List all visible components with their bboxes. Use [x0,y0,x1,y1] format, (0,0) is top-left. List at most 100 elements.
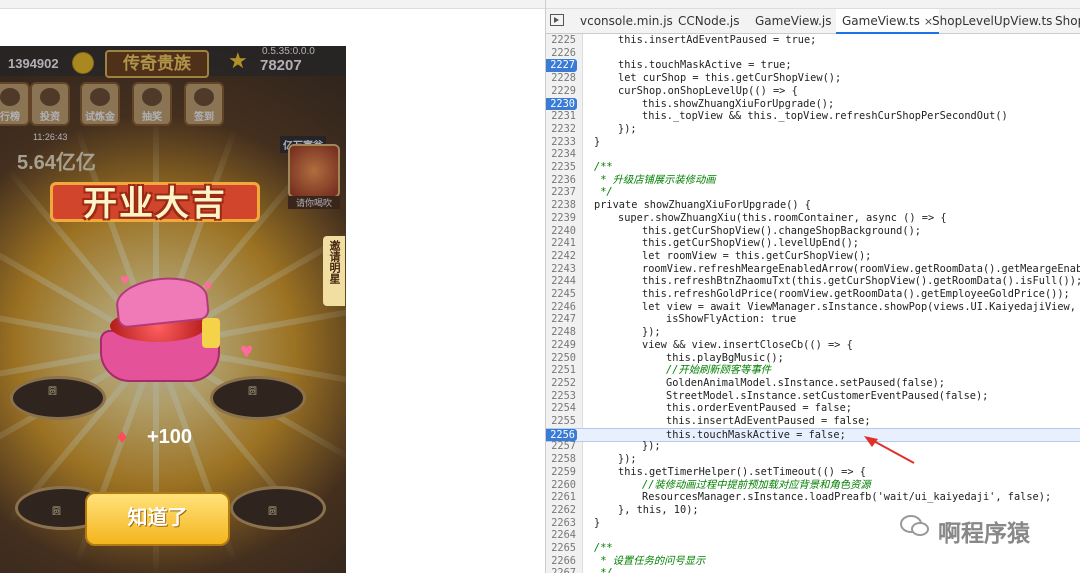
line-number[interactable]: 2253 [546,390,576,403]
chest-lid [113,273,211,329]
line-number[interactable]: 2267 [546,567,576,573]
line-number[interactable]: 2248 [546,326,576,339]
code-editor[interactable]: 2225 this.insertAdEventPaused = true; 2226… [546,34,1080,573]
line-number[interactable]: 2238 [546,199,576,212]
line-number[interactable]: 2228 [546,72,576,85]
line-number[interactable]: 2260 [546,479,576,492]
file-tab-label: GameView.ts [842,14,920,28]
line-number[interactable]: 2251 [546,364,576,377]
line-number[interactable]: 2258 [546,453,576,466]
file-tab[interactable]: CCNode.js [672,9,745,33]
line-number[interactable]: 2226 [546,47,576,60]
code-line: 2248}); [546,326,1080,339]
breakpoint-marker[interactable]: 2227 [546,59,577,73]
code-text: this._topView && this._topView.refreshCu… [642,110,1008,123]
code-line: 2247 isShowFlyAction: true [546,313,1080,326]
code-text: //装修动画过程中提前预加载对应背景和角色资源 [642,478,871,491]
code-line: 2232}); [546,123,1080,136]
line-number[interactable]: 2244 [546,275,576,288]
code-line: 2237 */ [546,186,1080,199]
toggle-navigator-icon[interactable] [550,14,564,26]
line-number[interactable]: 2257 [546,440,576,453]
line-number[interactable]: 2254 [546,402,576,415]
code-line: 2234 [546,148,1080,161]
line-number[interactable]: 2247 [546,313,576,326]
code-text: roomView.refreshMeargeEnabledArrow(roomV… [642,262,1080,275]
code-line: 2259 this.getTimerHelper().setTimeout(() … [546,466,1080,479]
line-number[interactable]: 2231 [546,110,576,123]
gem-chest [96,273,220,382]
opening-banner: 开业大吉 [50,172,260,230]
file-tabs: vconsole.min.js CCNode.js GameView.js Ga… [546,9,1080,34]
line-number[interactable]: 2235 [546,161,576,174]
line-number[interactable]: 2245 [546,288,576,301]
invite-star-tab[interactable]: 邀请明星 [323,236,345,306]
line-number[interactable]: 2225 [546,34,576,47]
code-line: 2225 this.insertAdEventPaused = true; [546,34,1080,47]
line-number[interactable]: 2266 [546,555,576,568]
line-number[interactable]: 2263 [546,517,576,530]
line-number[interactable]: 2250 [546,352,576,365]
code-text: this.orderEventPaused = false; [666,402,852,415]
confirm-button[interactable]: 知道了 [85,492,230,546]
file-tab[interactable]: GameView.js [749,9,838,33]
code-text: }); [642,440,661,453]
code-text: }); [618,453,637,466]
code-line: 2226 [546,47,1080,60]
code-text: */ [594,186,613,199]
code-text: /** [594,542,613,554]
line-number[interactable]: 2232 [546,123,576,136]
line-number[interactable]: 2262 [546,504,576,517]
code-line: 2235 /** [546,161,1080,174]
code-line: 2246 let view = await ViewManager.sInstan… [546,301,1080,314]
line-number[interactable]: 2252 [546,377,576,390]
line-number[interactable]: 2239 [546,212,576,225]
code-line: 2243 roomView.refreshMeargeEnabledArrow(r… [546,263,1080,276]
code-line: 2251 //开始刷新顾客等事件 [546,364,1080,377]
line-number[interactable]: 2243 [546,263,576,276]
line-number[interactable]: 2233 [546,136,576,149]
file-tab[interactable]: Shop [1049,9,1080,33]
devtools-toolbar [546,0,1080,9]
line-number[interactable]: 2236 [546,174,576,187]
code-text: let view = await ViewManager.sInstance.s… [642,300,1076,313]
code-text: this.playBgMusic(); [666,351,784,364]
file-tab[interactable]: ShopLevelUpView.ts [926,9,1058,33]
line-number[interactable]: 2234 [546,148,576,161]
code-text: this.getCurShopView().levelUpEnd(); [642,237,859,250]
line-number[interactable]: 2241 [546,237,576,250]
breakpoint-marker[interactable]: 2230 [546,97,577,111]
line-number[interactable]: 2265 [546,542,576,555]
code-text: view && view.insertCloseCb(() => { [642,338,853,351]
line-number[interactable]: 2237 [546,186,576,199]
code-line: 2239 super.showZhuangXiu(this.roomContain… [546,212,1080,225]
code-text: */ [594,567,612,573]
code-text: isShowFlyAction: true [666,313,797,326]
line-number[interactable]: 2259 [546,466,576,479]
code-line: 2249 view && view.insertCloseCb(() => { [546,339,1080,352]
code-text: super.showZhuangXiu(this.roomContainer, … [618,211,947,224]
devtools-panel: vconsole.min.js CCNode.js GameView.js Ga… [546,0,1080,573]
line-number[interactable]: 2229 [546,85,576,98]
code-line: 2257}); [546,440,1080,453]
heart-icon: ♥ [240,338,254,363]
line-number[interactable]: 2246 [546,301,576,314]
reward-amount: +100 [147,426,193,448]
code-text: } [594,135,601,148]
file-tab-active[interactable]: GameView.ts × [836,9,940,34]
line-number[interactable]: 2261 [546,491,576,504]
file-tab[interactable]: vconsole.min.js [574,9,679,33]
code-text: let curShop = this.getCurShopView(); [618,72,842,85]
line-number[interactable]: 2255 [546,415,576,428]
line-number[interactable]: 2264 [546,529,576,542]
line-number[interactable]: 2242 [546,250,576,263]
code-text: } [594,516,601,529]
code-line: 2240 this.getCurShopView().changeShopBack… [546,225,1080,238]
code-text: this.showZhuangXiuForUpgrade(); [642,97,835,110]
annotation-arrow [864,436,915,464]
line-number[interactable]: 2240 [546,225,576,238]
code-text: * 设置任务的问号显示 [594,554,706,567]
line-number[interactable]: 2249 [546,339,576,352]
wechat-icon [900,515,929,536]
code-text: }); [642,326,661,339]
